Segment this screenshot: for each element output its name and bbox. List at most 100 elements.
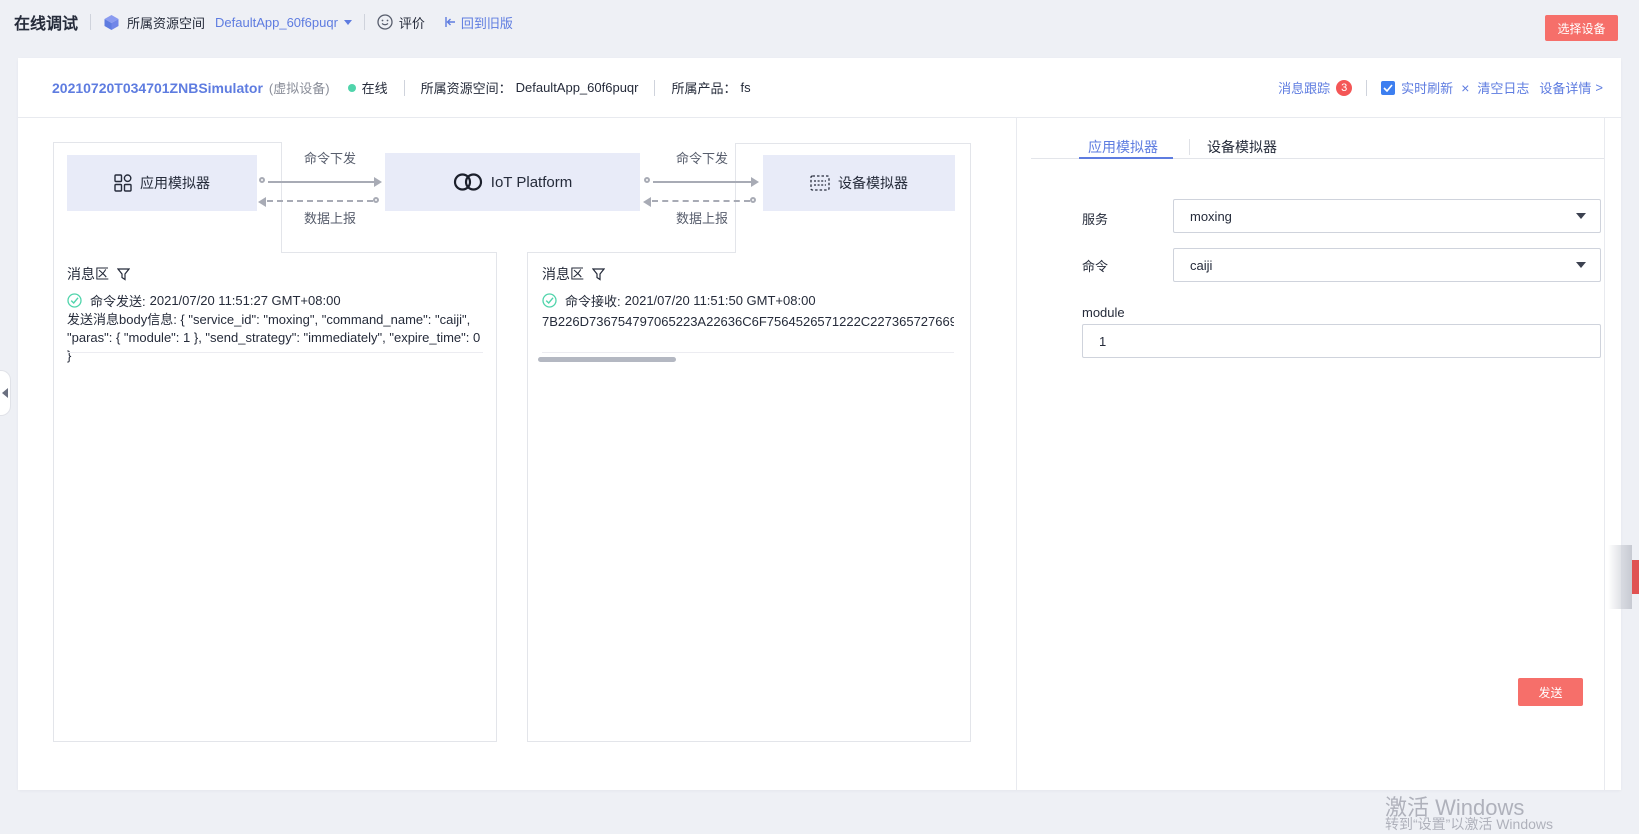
left-message-event: 命令发送: 2021/07/20 11:51:27 GMT+08:00 [67, 291, 341, 310]
top-bar: 在线调试 所属资源空间 DefaultApp_60f6puqr 评价 回到旧版 [0, 0, 1639, 44]
panel-divider [1016, 118, 1017, 790]
message-area-label: 消息区 [542, 264, 584, 284]
product-value: fs [741, 80, 751, 95]
success-check-icon [542, 293, 557, 308]
feedback-tab-shadow [1608, 545, 1632, 609]
app-simulator-box: 应用模拟器 [67, 155, 257, 211]
horizontal-scrollbar[interactable] [538, 357, 676, 362]
arrow-start-dot [259, 177, 265, 183]
chevron-down-icon[interactable] [344, 20, 352, 25]
rate-link[interactable]: 评价 [399, 13, 425, 32]
device-detail-link[interactable]: 设备详情 [1539, 78, 1591, 97]
divider [654, 80, 655, 96]
send-button[interactable]: 发送 [1518, 678, 1583, 706]
online-status-dot [348, 84, 356, 92]
right-message-body-hex: 7B226D736754797065223A22636C6F7564526571… [542, 313, 954, 331]
arrow-start-dot [644, 177, 650, 183]
data-up-label: 数据上报 [280, 208, 380, 227]
arrow-start-dot [373, 197, 379, 203]
sidebar-collapse-handle[interactable] [0, 370, 11, 416]
chevron-down-icon [1576, 213, 1586, 219]
realtime-refresh-checkbox[interactable] [1381, 81, 1395, 95]
iot-logo-icon [453, 171, 483, 193]
event-type: 命令发送: [90, 291, 146, 310]
event-time: 2021/07/20 11:51:50 GMT+08:00 [625, 293, 816, 308]
chevron-right-icon[interactable]: > [1595, 80, 1603, 95]
panel-scroll-gutter [1604, 118, 1605, 790]
message-area-label: 消息区 [67, 264, 109, 284]
windows-activation-watermark-sub: 转到“设置”以激活 Windows [1385, 814, 1553, 834]
data-up-arrow [652, 200, 750, 202]
page-title: 在线调试 [14, 10, 78, 34]
param-module-input[interactable] [1082, 324, 1601, 358]
left-message-area-title: 消息区 [67, 264, 130, 284]
grid-icon [114, 174, 132, 192]
service-label: 服务 [1082, 209, 1108, 228]
tab-separator [1189, 139, 1190, 155]
service-select[interactable]: moxing [1173, 199, 1601, 233]
success-check-icon [67, 293, 82, 308]
tab-body-join [736, 252, 970, 254]
device-simulator-box: 设备模拟器 [763, 155, 955, 211]
device-name-link[interactable]: 20210720T034701ZNBSimulator [52, 80, 263, 96]
divider [364, 14, 365, 30]
device-icon [810, 175, 830, 191]
message-divider [67, 352, 483, 353]
device-type-label: (虚拟设备) [269, 78, 330, 97]
message-trace-link[interactable]: 消息跟踪 [1278, 78, 1330, 97]
left-message-body: 发送消息body信息: { "service_id": "moxing", "c… [67, 311, 487, 365]
back-arrow-icon [443, 15, 457, 29]
data-up-label: 数据上报 [652, 208, 752, 227]
iot-platform-label: IoT Platform [491, 174, 572, 191]
right-message-event: 命令接收: 2021/07/20 11:51:50 GMT+08:00 [542, 291, 816, 310]
right-message-area-title: 消息区 [542, 264, 605, 284]
collapse-left-icon [2, 388, 8, 398]
command-select[interactable]: caiji [1173, 248, 1601, 282]
arrow-start-dot [750, 197, 756, 203]
chevron-down-icon [1576, 262, 1586, 268]
arrow-head-right [751, 177, 759, 187]
realtime-refresh-label[interactable]: 实时刷新 [1401, 78, 1453, 97]
filter-icon[interactable] [592, 268, 605, 281]
tab-device-simulator[interactable]: 设备模拟器 [1207, 137, 1277, 157]
device-header: 20210720T034701ZNBSimulator (虚拟设备) 在线 所属… [18, 58, 1621, 118]
divider [1366, 80, 1367, 96]
tab-body-join [54, 252, 281, 254]
resource-space-cube-icon [103, 14, 120, 31]
smiley-icon [377, 14, 393, 30]
header-resource-space-value: DefaultApp_60f6puqr [516, 80, 639, 95]
divider [90, 14, 91, 30]
app-simulator-label: 应用模拟器 [140, 173, 210, 193]
command-down-arrow [653, 181, 751, 183]
device-simulator-label: 设备模拟器 [838, 173, 908, 193]
header-resource-space-label: 所属资源空间： [421, 78, 512, 97]
back-to-old-link[interactable]: 回到旧版 [461, 13, 513, 32]
clear-log-link[interactable]: 清空日志 [1477, 78, 1529, 97]
arrow-head-left [258, 197, 266, 207]
resource-space-label: 所属资源空间 [127, 13, 205, 32]
event-type: 命令接收: [565, 291, 621, 310]
feedback-edge-tab[interactable] [1632, 560, 1639, 594]
message-divider [542, 352, 954, 353]
command-down-label: 命令下发 [652, 148, 752, 167]
command-down-label: 命令下发 [280, 148, 380, 167]
tab-app-simulator[interactable]: 应用模拟器 [1088, 137, 1158, 157]
filter-icon[interactable] [117, 268, 130, 281]
divider [404, 80, 405, 96]
event-time: 2021/07/20 11:51:27 GMT+08:00 [150, 293, 341, 308]
active-tab-underline [1079, 157, 1173, 159]
command-select-value: caiji [1190, 258, 1576, 273]
clear-x-icon[interactable]: × [1461, 80, 1469, 96]
select-device-button[interactable]: 选择设备 [1545, 15, 1618, 41]
command-down-arrow [268, 181, 374, 183]
main-card: 20210720T034701ZNBSimulator (虚拟设备) 在线 所属… [18, 58, 1621, 790]
command-label: 命令 [1082, 256, 1108, 275]
app-selector[interactable]: DefaultApp_60f6puqr [215, 15, 338, 30]
product-label: 所属产品： [671, 78, 736, 97]
arrow-head-right [374, 177, 382, 187]
arrow-head-left [643, 197, 651, 207]
online-status-label: 在线 [362, 78, 388, 97]
data-up-arrow [267, 200, 373, 202]
param-module-label: module [1082, 305, 1125, 320]
iot-platform-box: IoT Platform [385, 153, 640, 211]
